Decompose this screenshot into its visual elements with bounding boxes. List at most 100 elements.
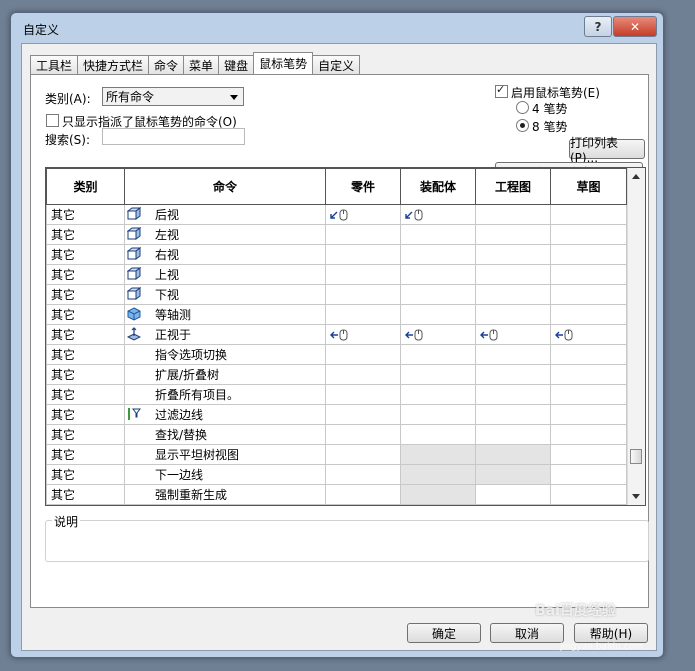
- column-header[interactable]: 零件: [325, 168, 401, 205]
- assembly-gesture-cell[interactable]: [400, 344, 476, 365]
- drawing-gesture-cell[interactable]: [475, 404, 551, 425]
- assembly-gesture-cell[interactable]: [400, 404, 476, 425]
- close-button[interactable]: ✕: [613, 16, 657, 37]
- tab-1[interactable]: 快捷方式栏: [77, 55, 150, 74]
- part-gesture-cell[interactable]: [325, 244, 401, 265]
- drawing-gesture-cell[interactable]: [475, 484, 551, 505]
- sketch-gesture-cell[interactable]: [550, 484, 627, 505]
- sketch-gesture-cell[interactable]: [550, 304, 627, 325]
- table-row[interactable]: 其它 显示平坦树视图: [46, 444, 627, 465]
- category-select[interactable]: 所有命令: [102, 87, 244, 106]
- four-gestures-radio[interactable]: [516, 101, 529, 114]
- drawing-gesture-cell[interactable]: [475, 464, 551, 485]
- table-row[interactable]: 其它 右视: [46, 244, 627, 265]
- assembly-gesture-cell[interactable]: [400, 204, 476, 225]
- column-header[interactable]: 草图: [550, 168, 627, 205]
- help-title-button[interactable]: ?: [584, 16, 612, 37]
- drawing-gesture-cell[interactable]: [475, 384, 551, 405]
- sketch-gesture-cell[interactable]: [550, 364, 627, 385]
- enable-gestures-checkbox[interactable]: ✓: [495, 83, 508, 98]
- assembly-gesture-cell[interactable]: [400, 384, 476, 405]
- table-row[interactable]: 其它 上视: [46, 264, 627, 285]
- table-row[interactable]: 其它 指令选项切换: [46, 344, 627, 365]
- table-row[interactable]: 其它 后视: [46, 204, 627, 225]
- drawing-gesture-cell[interactable]: [475, 204, 551, 225]
- drawing-gesture-cell[interactable]: [475, 304, 551, 325]
- sketch-gesture-cell[interactable]: [550, 384, 627, 405]
- part-gesture-cell[interactable]: [325, 304, 401, 325]
- part-gesture-cell[interactable]: [325, 204, 401, 225]
- sketch-gesture-cell[interactable]: [550, 444, 627, 465]
- part-gesture-cell[interactable]: [325, 264, 401, 285]
- sketch-gesture-cell[interactable]: [550, 264, 627, 285]
- part-gesture-cell[interactable]: [325, 464, 401, 485]
- column-header[interactable]: 装配体: [400, 168, 476, 205]
- sketch-gesture-cell[interactable]: [550, 404, 627, 425]
- assembly-gesture-cell[interactable]: [400, 264, 476, 285]
- table-row[interactable]: 其它 正视于: [46, 324, 627, 345]
- assembly-gesture-cell[interactable]: [400, 224, 476, 245]
- part-gesture-cell[interactable]: [325, 404, 401, 425]
- assembly-gesture-cell[interactable]: [400, 444, 476, 465]
- assembly-gesture-cell[interactable]: [400, 244, 476, 265]
- tab-5[interactable]: 鼠标笔势: [253, 52, 314, 74]
- assembly-gesture-cell[interactable]: [400, 424, 476, 445]
- drawing-gesture-cell[interactable]: [475, 244, 551, 265]
- assembly-gesture-cell[interactable]: [400, 324, 476, 345]
- sketch-gesture-cell[interactable]: [550, 344, 627, 365]
- assembly-gesture-cell[interactable]: [400, 304, 476, 325]
- print-list-button[interactable]: 打印列表(P)...: [569, 136, 645, 165]
- table-row[interactable]: 其它 下视: [46, 284, 627, 305]
- scroll-up-icon[interactable]: [632, 174, 640, 179]
- tab-3[interactable]: 菜单: [183, 55, 220, 74]
- column-header[interactable]: 工程图: [475, 168, 551, 205]
- drawing-gesture-cell[interactable]: [475, 264, 551, 285]
- part-gesture-cell[interactable]: [325, 344, 401, 365]
- sketch-gesture-cell[interactable]: [550, 424, 627, 445]
- table-row[interactable]: 其它 查找/替换: [46, 424, 627, 445]
- part-gesture-cell[interactable]: [325, 484, 401, 505]
- cancel-button[interactable]: 取消: [490, 623, 564, 643]
- drawing-gesture-cell[interactable]: [475, 224, 551, 245]
- part-gesture-cell[interactable]: [325, 444, 401, 465]
- scroll-thumb[interactable]: [630, 449, 642, 464]
- drawing-gesture-cell[interactable]: [475, 344, 551, 365]
- column-header[interactable]: 命令: [124, 168, 326, 205]
- part-gesture-cell[interactable]: [325, 324, 401, 345]
- assembly-gesture-cell[interactable]: [400, 484, 476, 505]
- search-input[interactable]: [102, 128, 245, 145]
- tab-4[interactable]: 键盘: [218, 55, 255, 74]
- ok-button[interactable]: 确定: [407, 623, 481, 643]
- part-gesture-cell[interactable]: [325, 424, 401, 445]
- assembly-gesture-cell[interactable]: [400, 364, 476, 385]
- tab-2[interactable]: 命令: [148, 55, 185, 74]
- part-gesture-cell[interactable]: [325, 284, 401, 305]
- assembly-gesture-cell[interactable]: [400, 284, 476, 305]
- eight-gestures-radio[interactable]: [516, 119, 529, 132]
- table-row[interactable]: 其它 扩展/折叠树: [46, 364, 627, 385]
- part-gesture-cell[interactable]: [325, 364, 401, 385]
- part-gesture-cell[interactable]: [325, 224, 401, 245]
- sketch-gesture-cell[interactable]: [550, 244, 627, 265]
- drawing-gesture-cell[interactable]: [475, 324, 551, 345]
- help-button[interactable]: 帮助(H): [574, 623, 648, 643]
- only-assigned-checkbox[interactable]: [46, 114, 59, 127]
- table-row[interactable]: 其它 过滤边线: [46, 404, 627, 425]
- sketch-gesture-cell[interactable]: [550, 224, 627, 245]
- sketch-gesture-cell[interactable]: [550, 284, 627, 305]
- vertical-scrollbar[interactable]: [627, 168, 645, 505]
- table-row[interactable]: 其它 等轴测: [46, 304, 627, 325]
- sketch-gesture-cell[interactable]: [550, 204, 627, 225]
- table-row[interactable]: 其它 折叠所有项目。: [46, 384, 627, 405]
- tab-6[interactable]: 自定义: [312, 55, 361, 74]
- drawing-gesture-cell[interactable]: [475, 284, 551, 305]
- drawing-gesture-cell[interactable]: [475, 364, 551, 385]
- sketch-gesture-cell[interactable]: [550, 324, 627, 345]
- column-header[interactable]: 类别: [46, 168, 125, 205]
- scroll-down-icon[interactable]: [632, 494, 640, 499]
- tab-0[interactable]: 工具栏: [30, 55, 79, 74]
- assembly-gesture-cell[interactable]: [400, 464, 476, 485]
- drawing-gesture-cell[interactable]: [475, 424, 551, 445]
- table-row[interactable]: 其它 下一边线: [46, 464, 627, 485]
- table-row[interactable]: 其它 强制重新生成: [46, 484, 627, 505]
